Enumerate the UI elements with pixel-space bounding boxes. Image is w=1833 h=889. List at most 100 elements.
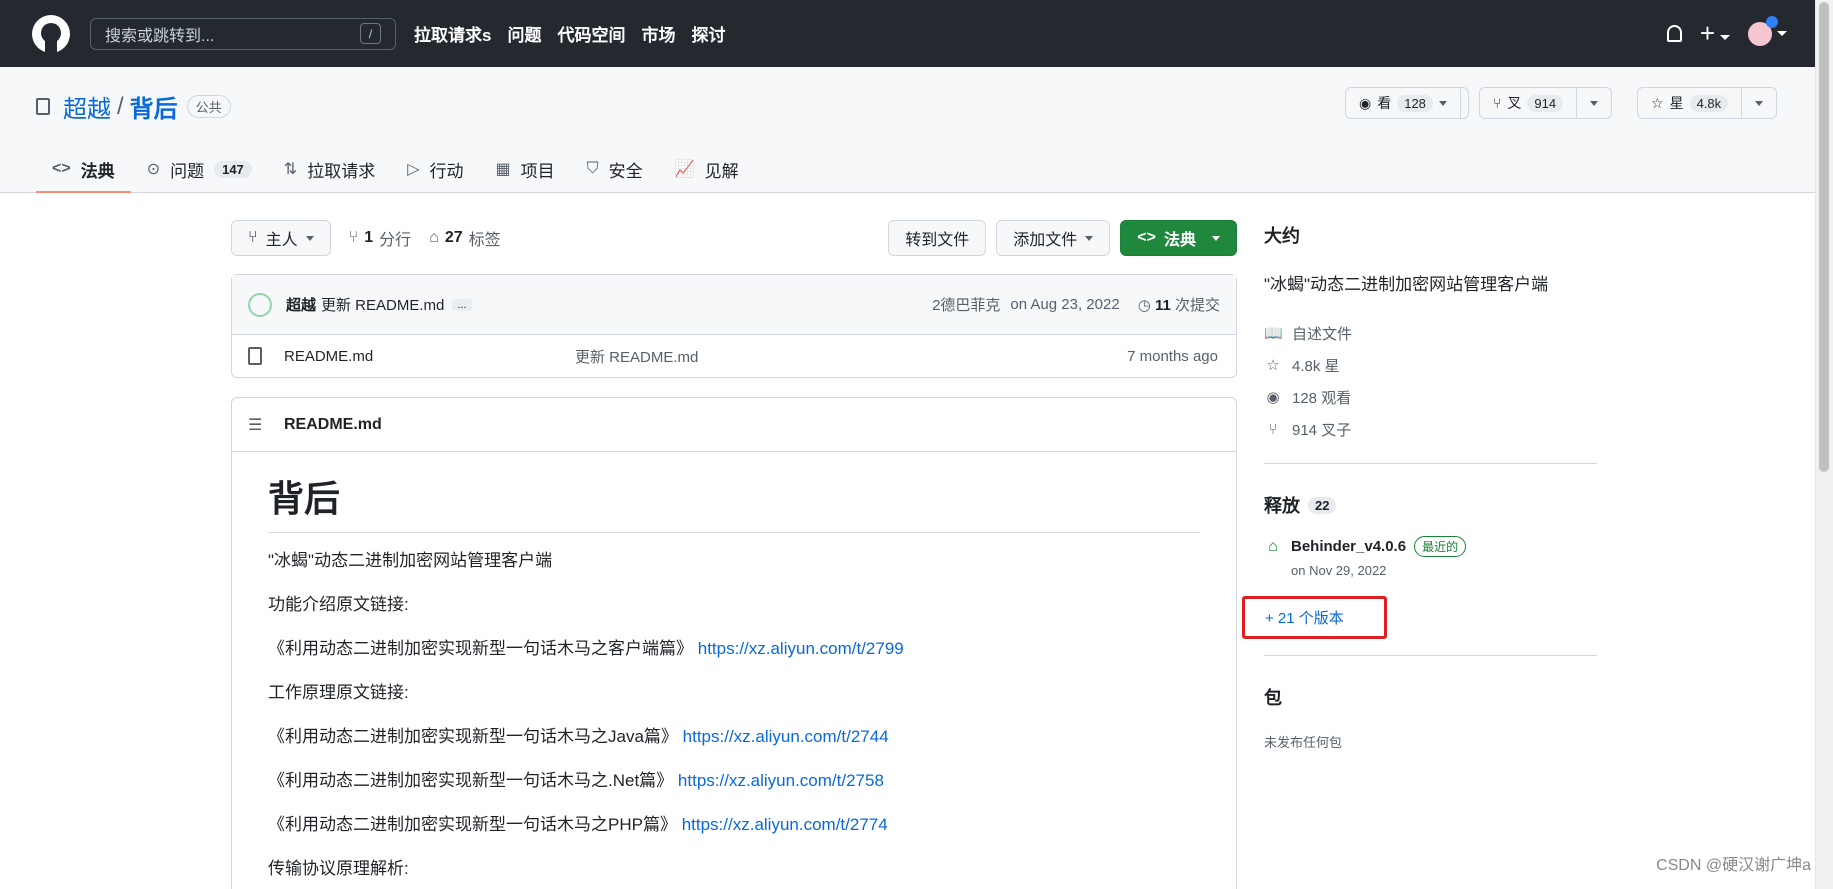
file-listing: 超越 更新 README.md ... 2德巴菲克 on Aug 23, 202… (231, 274, 1237, 378)
repo-header: 超越 / 背后 公共 ◉ 看 128 ⑂ 叉 914 ☆ 星 4.8k <> 法典 ⊙ 问题 14… (0, 67, 1833, 193)
table-icon: ▦ (495, 161, 511, 178)
tab-actions[interactable]: ▷ 行动 (391, 147, 479, 193)
latest-commit-row: 超越 更新 README.md ... 2德巴菲克 on Aug 23, 202… (232, 275, 1236, 335)
more-releases-link[interactable]: + 21 个版本 (1242, 596, 1387, 639)
history-link[interactable]: ◷ 11 次提交 (1138, 294, 1220, 315)
file-name-link[interactable]: README.md (284, 348, 373, 365)
stars-link[interactable]: ☆ 4.8k 星 (1264, 349, 1597, 381)
tag-icon: ⌂ (1268, 537, 1278, 555)
fork-label: 叉 (1507, 95, 1522, 111)
releases-heading[interactable]: 释放 22 (1264, 492, 1597, 518)
star-button-group: ☆ 星 4.8k (1637, 87, 1778, 119)
branch-icon: ⑂ (248, 229, 258, 246)
tab-projects[interactable]: ▦ 项目 (480, 147, 571, 193)
release-date: on Nov 29, 2022 (1291, 563, 1387, 578)
release-name: Behinder_v4.0.6 (1291, 538, 1407, 555)
repo-owner-link[interactable]: 超越 (63, 89, 111, 124)
watch-button[interactable]: ◉ 看 128 (1346, 88, 1461, 118)
repo-tabs: <> 法典 ⊙ 问题 147 ⇅ 拉取请求 ▷ 行动 ▦ 项目 ⛉ 安全 📈 见解 (36, 147, 755, 193)
table-of-contents-icon[interactable]: ☰ (248, 415, 264, 435)
forks-link[interactable]: ⑂ 914 叉子 (1264, 413, 1597, 445)
chevron-down-icon (305, 235, 314, 241)
readme-paragraph: 传输协议原理解析: (268, 859, 409, 878)
commit-hash[interactable]: 2德巴菲克 (932, 294, 1000, 315)
no-packages-text: 未发布任何包 (1264, 735, 1343, 750)
search-input[interactable]: 搜索或跳转到... / (90, 17, 396, 50)
star-dropdown-button[interactable] (1742, 88, 1776, 118)
repo-name-link[interactable]: 背后 (130, 89, 178, 124)
branches-link[interactable]: ⑂ 1 分行 (349, 226, 412, 250)
packages-heading[interactable]: 包 (1264, 684, 1597, 710)
scrollbar-thumb[interactable] (1819, 2, 1829, 472)
github-logo-icon[interactable] (32, 14, 70, 53)
tab-label: 法典 (80, 161, 115, 181)
branch-icon: ⑂ (348, 229, 359, 246)
branches-count: 1 (364, 229, 374, 246)
chevron-down-icon (1590, 100, 1599, 106)
nav-marketplace[interactable]: 市场 (641, 21, 675, 46)
tab-security[interactable]: ⛉ 安全 (571, 147, 659, 193)
nav-explore[interactable]: 探讨 (691, 21, 725, 46)
star-button[interactable]: ☆ 星 4.8k (1638, 88, 1743, 118)
file-row[interactable]: README.md 更新 README.md 7 months ago (232, 335, 1236, 377)
nav-issues[interactable]: 问题 (507, 21, 541, 46)
file-commit-message-link[interactable]: 更新 README.md (575, 346, 698, 367)
star-icon: ☆ (1266, 357, 1280, 374)
fork-dropdown-button[interactable] (1577, 88, 1611, 118)
go-to-file-button[interactable]: 转到文件 (888, 220, 987, 256)
user-menu-button[interactable] (1748, 15, 1787, 46)
tab-issues[interactable]: ⊙ 问题 147 (131, 147, 268, 193)
readme-link[interactable]: https://xz.aliyun.com/t/2744 (683, 727, 889, 746)
code-icon: <> (1137, 229, 1156, 246)
nav-codespaces[interactable]: 代码空间 (557, 21, 625, 46)
paragraph-text: 《利用动态二进制加密实现新型一句话木马之.Net篇》 (268, 771, 674, 790)
latest-release[interactable]: ⌂ Behinder_v4.0.6 最近的 (1264, 536, 1597, 557)
star-icon: ☆ (1651, 94, 1664, 111)
page-scrollbar[interactable] (1815, 0, 1833, 889)
author-avatar (248, 292, 272, 317)
commit-expand-button[interactable]: ... (452, 298, 472, 311)
tab-insights[interactable]: 📈 见解 (659, 147, 755, 193)
paragraph-text: 《利用动态二进制加密实现新型一句话木马之PHP篇》 (268, 815, 677, 834)
issue-icon: ⊙ (146, 161, 161, 178)
fork-button[interactable]: ⑂ 叉 914 (1480, 88, 1578, 118)
tags-link[interactable]: ⌂ 27 标签 (429, 226, 500, 250)
repo-title: 超越 / 背后 公共 (36, 89, 231, 124)
status-dot-icon (1766, 15, 1778, 28)
chevron-down-icon (1777, 31, 1787, 36)
nav-pull-requests[interactable]: 拉取请求s (414, 21, 491, 46)
add-file-button[interactable]: 添加文件 (996, 220, 1111, 256)
code-icon: <> (52, 160, 71, 177)
graph-icon: 📈 (674, 161, 695, 178)
branch-select-button[interactable]: ⑂ 主人 (231, 220, 331, 256)
readme-link[interactable]: https://xz.aliyun.com/t/2758 (678, 771, 884, 790)
file-icon (248, 347, 262, 365)
book-icon: 📖 (1264, 325, 1283, 342)
create-new-button[interactable]: + (1700, 20, 1730, 47)
about-sidebar: 大约 "冰蝎"动态二进制加密网站管理客户端 📖 自述文件 ☆ 4.8k 星 ◉ 128… (1242, 222, 1597, 751)
topbar-actions: + (1666, 0, 1787, 67)
readme-link[interactable]: https://xz.aliyun.com/t/2774 (682, 815, 888, 834)
readme-link[interactable]: https://xz.aliyun.com/t/2799 (698, 639, 904, 658)
releases-count: 22 (1308, 496, 1337, 514)
tab-pull-requests[interactable]: ⇅ 拉取请求 (268, 147, 391, 193)
search-placeholder: 搜索或跳转到... (105, 27, 215, 45)
star-label: 星 (1669, 95, 1684, 111)
tags-label: 标签 (468, 232, 501, 249)
watchers-link[interactable]: ◉ 128 观看 (1264, 381, 1597, 413)
branches-label: 分行 (379, 232, 412, 249)
chevron-down-icon (1438, 100, 1447, 106)
commit-date: on Aug 23, 2022 (1010, 296, 1120, 313)
commit-message-link[interactable]: 更新 README.md (321, 294, 444, 315)
readme-link[interactable]: 📖 自述文件 (1264, 317, 1597, 349)
commit-author[interactable]: 超越 (286, 294, 316, 315)
add-file-label: 添加文件 (1013, 232, 1078, 249)
notifications-bell-icon[interactable] (1666, 25, 1682, 42)
repo-icon (36, 98, 50, 115)
divider (1264, 463, 1597, 464)
tab-label: 问题 (170, 161, 205, 181)
history-icon: ◷ (1137, 297, 1151, 314)
tab-code[interactable]: <> 法典 (36, 147, 131, 193)
readme-paragraph: 功能介绍原文链接: (268, 595, 409, 614)
code-button[interactable]: <> 法典 (1120, 220, 1237, 256)
